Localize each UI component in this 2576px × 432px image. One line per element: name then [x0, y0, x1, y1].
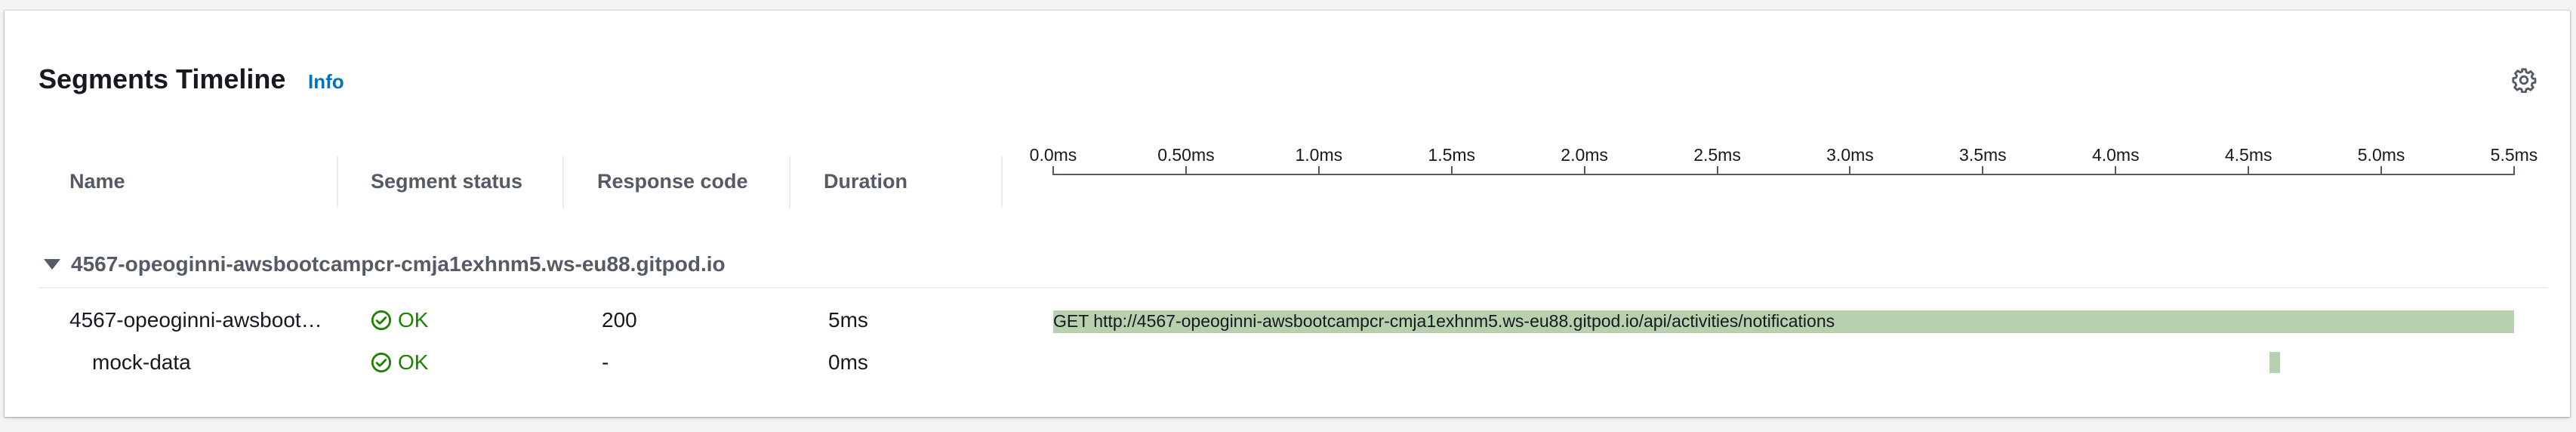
- timeline-tick-label: 5.5ms: [2490, 145, 2538, 165]
- timeline-tick-label: 1.0ms: [1295, 145, 1343, 165]
- column-divider[interactable]: [562, 156, 564, 208]
- column-header-name[interactable]: Name: [69, 169, 125, 193]
- column-header-segment-status[interactable]: Segment status: [371, 169, 522, 193]
- gear-icon[interactable]: [2511, 67, 2537, 93]
- timeline-tick-label: 0.0ms: [1029, 145, 1077, 165]
- column-header-duration[interactable]: Duration: [824, 169, 907, 193]
- timeline-tick: [1450, 166, 1453, 175]
- check-circle-icon: [371, 310, 392, 331]
- trace-group-row[interactable]: 4567-opeoginni-awsbootcampcr-cmja1exhnm5…: [44, 252, 726, 276]
- timeline-tick-label: 4.5ms: [2224, 145, 2272, 165]
- segment-name[interactable]: mock-data: [92, 350, 191, 375]
- response-code: -: [602, 350, 609, 374]
- timeline-tick-label: 0.50ms: [1157, 145, 1215, 165]
- timeline-tick: [1716, 166, 1718, 175]
- response-code: 200: [602, 308, 637, 332]
- timeline-tick: [2248, 166, 2250, 175]
- segment-status: OK: [371, 308, 428, 332]
- segment-status-text: OK: [398, 350, 429, 374]
- timeline-tick: [2115, 166, 2117, 175]
- timeline-tick: [1982, 166, 1984, 175]
- duration: 0ms: [828, 350, 868, 374]
- timeline-tick-label: 4.0ms: [2091, 145, 2140, 165]
- timeline-tick-label: 1.5ms: [1428, 145, 1476, 165]
- trace-group-label: 4567-opeoginni-awsbootcampcr-cmja1exhnm5…: [71, 252, 726, 276]
- caret-down-icon[interactable]: [44, 259, 60, 270]
- timeline-tick: [1052, 166, 1054, 175]
- timeline-axis-line: [1053, 174, 2514, 175]
- column-divider[interactable]: [1001, 156, 1003, 208]
- column-divider[interactable]: [789, 156, 790, 208]
- segment-name[interactable]: 4567-opeoginni-awsboot…: [69, 308, 322, 332]
- row-divider: [39, 287, 2548, 289]
- info-link[interactable]: Info: [308, 70, 344, 93]
- timeline-tick-label: 2.5ms: [1693, 145, 1741, 165]
- segment-status-text: OK: [398, 308, 429, 332]
- timeline-tick-label: 5.0ms: [2357, 145, 2405, 165]
- timeline-tick: [2380, 166, 2383, 175]
- timeline-tick-label: 3.0ms: [1826, 145, 1874, 165]
- segment-status: OK: [371, 350, 428, 375]
- panel-title: Segments Timeline: [39, 63, 286, 94]
- timeline-bar[interactable]: [2269, 352, 2281, 373]
- timeline-tick-label: 2.0ms: [1561, 145, 1608, 165]
- timeline-tick: [1849, 166, 1851, 175]
- timeline-tick: [1185, 166, 1187, 175]
- segments-timeline-panel: Segments Timeline Info Name Segment stat…: [5, 11, 2570, 417]
- timeline-tick-label: 3.5ms: [1959, 145, 2007, 165]
- duration: 5ms: [828, 308, 868, 332]
- column-divider[interactable]: [337, 156, 338, 208]
- timeline-bar-label: GET http://4567-opeoginni-awsbootcampcr-…: [1053, 311, 1835, 331]
- timeline-tick: [2513, 166, 2515, 175]
- timeline-tick: [1583, 166, 1585, 175]
- timeline-tick: [1317, 166, 1320, 175]
- column-header-response-code[interactable]: Response code: [597, 169, 748, 193]
- check-circle-icon: [371, 352, 392, 373]
